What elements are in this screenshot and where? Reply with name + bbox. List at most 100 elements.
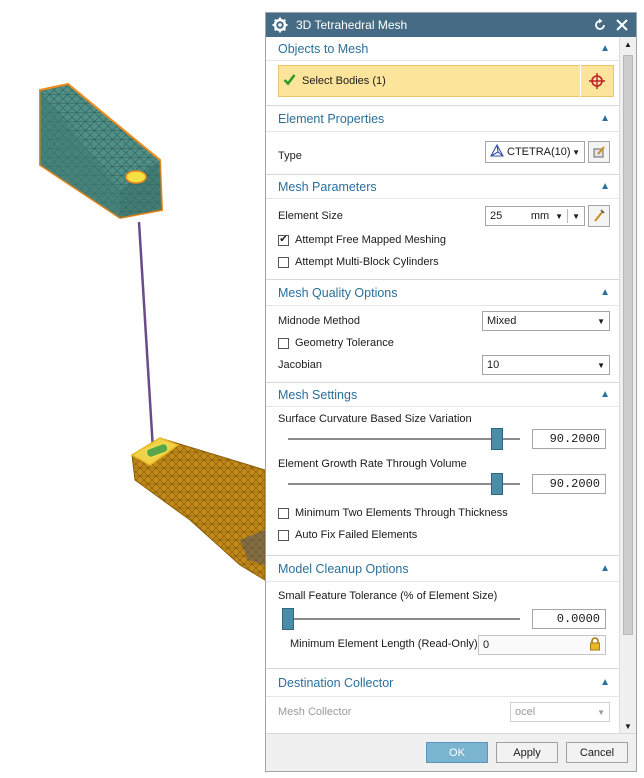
- min-two-elements-option[interactable]: Minimum Two Elements Through Thickness: [278, 502, 508, 524]
- dropdown-arrow-icon: ▼: [572, 147, 580, 157]
- geometry-tolerance-option[interactable]: Geometry Tolerance: [278, 332, 610, 354]
- small-feature-label: Small Feature Tolerance (% of Element Si…: [278, 590, 498, 602]
- group-title: Mesh Quality Options: [278, 285, 398, 300]
- lock-icon: [589, 636, 601, 654]
- ok-button[interactable]: OK: [426, 742, 488, 763]
- dropdown-arrow-icon: ▼: [597, 360, 605, 370]
- mesh-collector-select[interactable]: ocel ▼: [510, 702, 610, 722]
- group-title: Destination Collector: [278, 675, 394, 690]
- element-size-label: Element Size: [278, 210, 343, 222]
- destination-collector-header[interactable]: Destination Collector ▲: [266, 669, 620, 697]
- midnode-method-select[interactable]: Mixed ▼: [482, 311, 610, 331]
- chevron-up-icon[interactable]: ▲: [600, 181, 610, 192]
- growth-slider-thumb[interactable]: [491, 473, 504, 495]
- min-length-field: 0: [478, 635, 606, 655]
- cancel-button[interactable]: Cancel: [566, 742, 628, 763]
- small-feature-slider-track[interactable]: [288, 618, 520, 620]
- element-properties-edit-button[interactable]: [588, 141, 610, 163]
- multi-block-cylinders-option[interactable]: Attempt Multi-Block Cylinders: [278, 251, 610, 273]
- chevron-up-icon[interactable]: ▲: [600, 43, 610, 54]
- model-cleanup-header[interactable]: Model Cleanup Options ▲: [266, 556, 620, 582]
- free-mapped-meshing-option[interactable]: ✔ Attempt Free Mapped Meshing: [278, 229, 610, 251]
- connecting-rod: [137, 221, 155, 451]
- element-properties-group: Element Properties ▲ Type CTETRA(10) ▼: [266, 106, 620, 175]
- geometry-tolerance-checkbox[interactable]: [278, 337, 289, 349]
- growth-value-input[interactable]: 90.2000: [532, 474, 606, 494]
- reset-icon[interactable]: [592, 17, 608, 33]
- chevron-up-icon[interactable]: ▲: [600, 389, 610, 400]
- dialog-button-bar: OK Apply Cancel: [266, 733, 636, 771]
- lower-arm: [130, 437, 265, 581]
- dialog-titlebar: 3D Tetrahedral Mesh: [266, 13, 636, 37]
- group-title: Mesh Settings: [278, 387, 358, 402]
- objects-to-mesh-header[interactable]: Objects to Mesh ▲: [266, 37, 620, 61]
- growth-rate-label: Element Growth Rate Through Volume: [278, 458, 467, 470]
- mesh-parameters-header[interactable]: Mesh Parameters ▲: [266, 175, 620, 199]
- close-icon[interactable]: [614, 17, 630, 33]
- select-bodies-label: Select Bodies (1): [302, 75, 386, 87]
- mesh-quality-header[interactable]: Mesh Quality Options ▲: [266, 280, 620, 306]
- element-type-select[interactable]: CTETRA(10) ▼: [485, 141, 585, 163]
- free-mapped-label: Attempt Free Mapped Meshing: [295, 234, 447, 246]
- mesh-collector-label: Mesh Collector: [278, 706, 352, 718]
- type-label: Type: [278, 150, 302, 162]
- mesh-settings-header[interactable]: Mesh Settings ▲: [266, 383, 620, 407]
- check-icon: [283, 73, 296, 89]
- multi-block-label: Attempt Multi-Block Cylinders: [295, 256, 439, 268]
- dialog-title: 3D Tetrahedral Mesh: [296, 18, 408, 32]
- chevron-up-icon[interactable]: ▲: [600, 677, 610, 688]
- min-length-label: Minimum Element Length (Read-Only): [290, 638, 478, 650]
- free-mapped-checkbox[interactable]: ✔: [278, 234, 289, 246]
- small-feature-slider-thumb[interactable]: [282, 608, 294, 630]
- element-size-input[interactable]: 25 mm ▼ ▼: [485, 206, 585, 226]
- multi-block-checkbox[interactable]: [278, 256, 289, 268]
- group-title: Mesh Parameters: [278, 179, 377, 194]
- jacobian-select[interactable]: 10 ▼: [482, 355, 610, 375]
- mesh-quality-group: Mesh Quality Options ▲ Midnode Method Mi…: [266, 280, 620, 383]
- growth-slider-track[interactable]: [288, 483, 520, 485]
- auto-fix-option[interactable]: Auto Fix Failed Elements: [278, 524, 417, 546]
- curvature-slider-track[interactable]: [288, 438, 520, 440]
- dropdown-arrow-icon: ▼: [597, 707, 605, 717]
- scroll-down-icon[interactable]: ▼: [620, 719, 636, 734]
- upper-bracket: [39, 82, 164, 220]
- min-length-value: 0: [483, 639, 490, 651]
- element-size-unit[interactable]: mm: [531, 210, 549, 222]
- chevron-up-icon[interactable]: ▲: [600, 287, 610, 298]
- scroll-up-icon[interactable]: ▲: [620, 37, 636, 52]
- dropdown-arrow-icon: ▼: [597, 316, 605, 326]
- auto-fix-checkbox[interactable]: [278, 529, 289, 541]
- dialog-scrollbar[interactable]: ▲ ▼: [619, 37, 636, 734]
- auto-size-button[interactable]: [588, 205, 610, 227]
- select-bodies-bar[interactable]: Select Bodies (1): [278, 65, 614, 97]
- objects-to-mesh-group: Objects to Mesh ▲ Select Bodies (1): [266, 37, 620, 106]
- tetra-mesh-dialog: 3D Tetrahedral Mesh Objects to Mesh ▲ Se…: [265, 12, 637, 772]
- group-title: Model Cleanup Options: [278, 561, 409, 576]
- midnode-method-label: Midnode Method: [278, 315, 360, 327]
- chevron-up-icon[interactable]: ▲: [600, 113, 610, 124]
- small-feature-value-input[interactable]: 0.0000: [532, 609, 606, 629]
- dropdown-arrow-icon[interactable]: ▼: [572, 212, 580, 221]
- mesh-settings-group: Mesh Settings ▲ Surface Curvature Based …: [266, 383, 620, 556]
- mesh-model-view: [39, 82, 265, 581]
- tetra-element-icon: [490, 143, 504, 161]
- group-title: Element Properties: [278, 111, 385, 126]
- mesh-parameters-group: Mesh Parameters ▲ Element Size 25 mm ▼ ▼: [266, 175, 620, 280]
- dialog-scroll-area[interactable]: Objects to Mesh ▲ Select Bodies (1) Elem…: [266, 37, 620, 734]
- jacobian-label: Jacobian: [278, 359, 323, 371]
- auto-fix-label: Auto Fix Failed Elements: [295, 529, 418, 541]
- curvature-slider-thumb[interactable]: [491, 428, 504, 450]
- group-title: Objects to Mesh: [278, 41, 369, 56]
- destination-collector-group: Destination Collector ▲ Mesh Collector o…: [266, 669, 620, 729]
- apply-button[interactable]: Apply: [496, 742, 558, 763]
- crosshair-icon[interactable]: [581, 72, 613, 90]
- chevron-up-icon[interactable]: ▲: [600, 563, 610, 574]
- gear-icon[interactable]: [272, 17, 288, 33]
- graphics-viewport[interactable]: [0, 0, 265, 778]
- curvature-label: Surface Curvature Based Size Variation: [278, 413, 472, 425]
- scrollbar-thumb[interactable]: [623, 55, 633, 635]
- element-properties-header[interactable]: Element Properties ▲: [266, 106, 620, 132]
- min-two-elements-label: Minimum Two Elements Through Thickness: [295, 507, 508, 519]
- min-two-elements-checkbox[interactable]: [278, 507, 289, 519]
- curvature-value-input[interactable]: 90.2000: [532, 429, 606, 449]
